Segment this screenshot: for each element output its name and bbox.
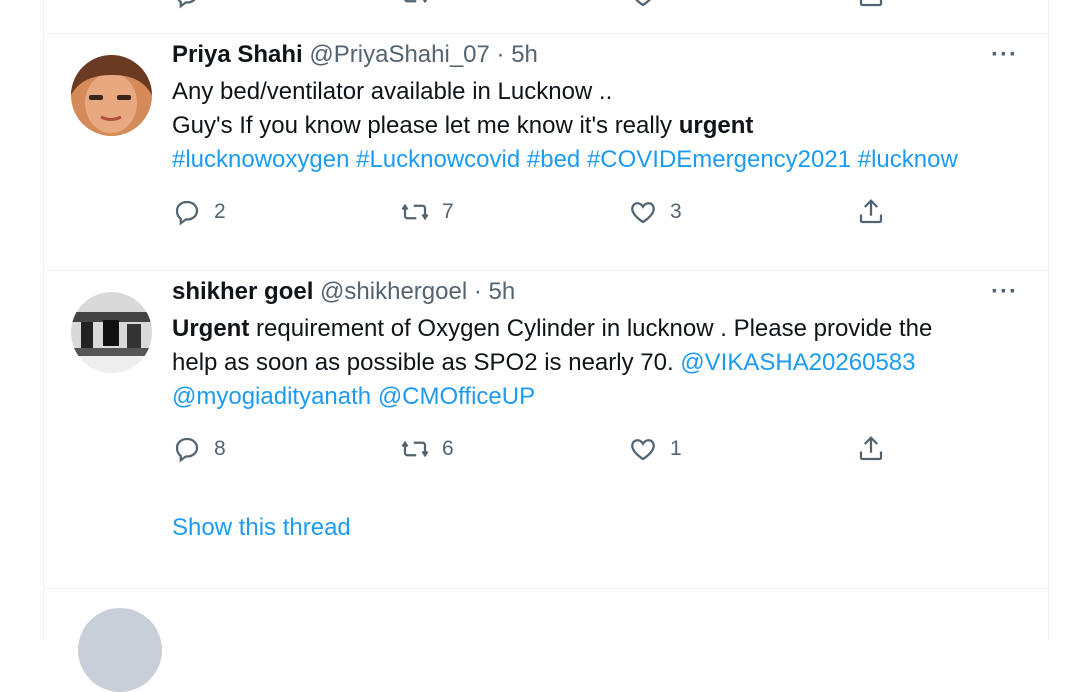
share-icon xyxy=(859,199,883,224)
like-icon xyxy=(631,439,655,461)
reply-button[interactable] xyxy=(172,0,202,10)
tweet-line: @myogiadityanath @CMOfficeUP xyxy=(172,380,1032,414)
retweet-button[interactable]: 6 xyxy=(400,434,454,464)
like-count: 1 xyxy=(670,437,682,460)
reply-icon xyxy=(177,0,196,9)
share-button[interactable] xyxy=(856,197,886,227)
show-thread-link[interactable]: Show this thread xyxy=(172,514,351,542)
like-button[interactable] xyxy=(628,0,658,10)
author-name[interactable]: shikher goel xyxy=(172,278,313,305)
reply-button[interactable]: 2 xyxy=(172,197,226,227)
tweet-text-span: Guy's If you know please let me know it'… xyxy=(172,112,679,139)
retweet-count: 7 xyxy=(442,200,454,223)
more-icon[interactable]: ··· xyxy=(991,41,1018,69)
tweet-text: Urgent requirement of Oxygen Cylinder in… xyxy=(172,312,1032,414)
share-icon xyxy=(859,0,883,7)
mention-link[interactable]: @CMOfficeUP xyxy=(378,383,535,410)
author-handle[interactable]: @shikhergoel xyxy=(320,278,467,305)
like-button[interactable]: 1 xyxy=(628,434,682,464)
reply-icon xyxy=(175,200,199,226)
previous-tweet-actions xyxy=(172,0,892,10)
tweet-actions: 2 7 3 xyxy=(172,197,892,227)
reply-count: 2 xyxy=(214,200,226,223)
share-button[interactable] xyxy=(856,434,886,464)
timestamp[interactable]: · 5h xyxy=(497,41,538,68)
retweet-icon xyxy=(401,203,429,221)
tweet-bold-text: urgent xyxy=(678,112,754,139)
tweet-line: help as soon as possible as SPO2 is near… xyxy=(172,346,1032,380)
tweet-text-span: help as soon as possible as SPO2 is near… xyxy=(172,349,681,376)
divider xyxy=(44,270,1048,271)
like-icon xyxy=(631,202,655,224)
reply-icon xyxy=(175,437,199,463)
author-handle[interactable]: @PriyaShahi_07 xyxy=(309,41,489,68)
like-button[interactable]: 3 xyxy=(628,197,682,227)
retweet-icon xyxy=(404,0,428,4)
tweet-header: Priya Shahi @PriyaShahi_07 · 5h xyxy=(172,41,538,69)
share-button[interactable] xyxy=(856,0,886,10)
timeline: Priya Shahi @PriyaShahi_07 · 5h ··· Any … xyxy=(43,0,1049,692)
reply-count: 8 xyxy=(214,437,226,460)
tweet-text-span: requirement of Oxygen Cylinder in luckno… xyxy=(249,315,933,342)
tweet-actions: 8 6 1 xyxy=(172,434,892,464)
avatar[interactable] xyxy=(78,608,162,692)
divider xyxy=(44,33,1048,34)
divider xyxy=(44,588,1048,589)
timestamp[interactable]: · 5h xyxy=(474,278,515,305)
retweet-button[interactable] xyxy=(400,0,430,10)
like-count: 3 xyxy=(670,200,682,223)
hashtags[interactable]: #lucknowoxygen #Lucknowcovid #bed #COVID… xyxy=(172,143,1032,177)
tweet-text: Any bed/ventilator available in Lucknow … xyxy=(172,75,1032,177)
more-icon[interactable]: ··· xyxy=(991,278,1018,306)
tweet-line: Urgent requirement of Oxygen Cylinder in… xyxy=(172,312,1032,346)
mention-link[interactable]: @myogiadityanath xyxy=(172,383,371,410)
mention-link[interactable]: @VIKASHA20260583 xyxy=(680,349,915,376)
tweet-line: Guy's If you know please let me know it'… xyxy=(172,109,1032,143)
author-name[interactable]: Priya Shahi xyxy=(172,41,303,68)
retweet-count: 6 xyxy=(442,437,454,460)
retweet-icon xyxy=(401,440,429,458)
tweet-line: Any bed/ventilator available in Lucknow … xyxy=(172,78,613,105)
reply-button[interactable]: 8 xyxy=(172,434,226,464)
avatar[interactable] xyxy=(71,292,152,373)
tweet-bold-text: Urgent xyxy=(172,315,250,342)
avatar[interactable] xyxy=(71,55,152,136)
retweet-button[interactable]: 7 xyxy=(400,197,454,227)
share-icon xyxy=(859,436,883,461)
tweet-header: shikher goel @shikhergoel · 5h xyxy=(172,278,515,306)
like-icon xyxy=(635,0,651,7)
